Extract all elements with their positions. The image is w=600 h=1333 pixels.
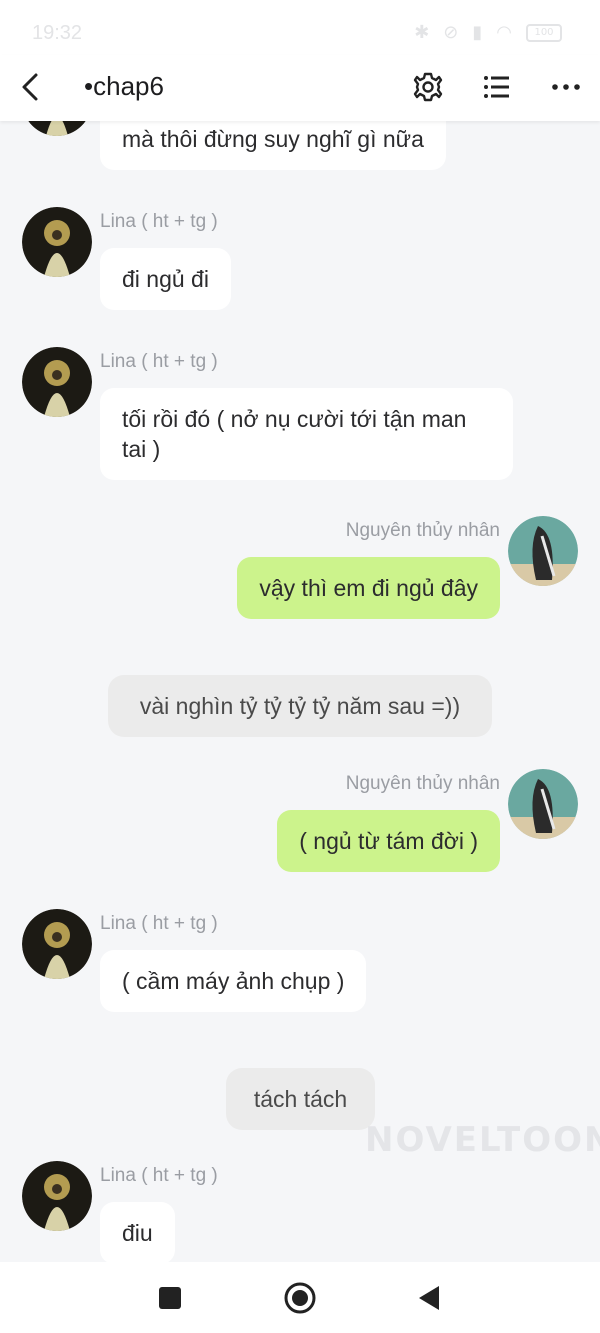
wifi-icon: ◠ bbox=[496, 22, 512, 43]
back-arrow-icon bbox=[22, 73, 38, 101]
chapter-list-button[interactable] bbox=[477, 67, 517, 107]
bluetooth-icon: ✱ bbox=[414, 22, 430, 43]
sender-name: Nguyên thủy nhân bbox=[345, 773, 500, 794]
message-bubble-outgoing: ( ngủ từ tám đời ) bbox=[277, 810, 500, 872]
back-button[interactable] bbox=[12, 67, 52, 107]
avatar-nguyen[interactable] bbox=[508, 516, 578, 586]
message-bubble-incoming: đi ngủ đi bbox=[100, 248, 231, 310]
message-text: tối rồi đó ( nở nụ cười tới tận man tai … bbox=[122, 406, 467, 462]
message-bubble-incoming: điu bbox=[100, 1202, 175, 1264]
message-text: ( ngủ từ tám đời ) bbox=[299, 828, 478, 854]
avatar-lina[interactable] bbox=[22, 909, 92, 979]
message-text: tách tách bbox=[253, 1086, 348, 1112]
avatar-lina[interactable] bbox=[22, 347, 92, 417]
gear-icon bbox=[413, 72, 443, 102]
message-bubble-incoming: ( cầm máy ảnh chụp ) bbox=[100, 950, 367, 1012]
settings-button[interactable] bbox=[408, 67, 448, 107]
message-bubble-incoming: tối rồi đó ( nở nụ cười tới tận man tai … bbox=[100, 388, 513, 480]
battery-icon: 100 bbox=[526, 23, 562, 42]
sender-name: Nguyên thủy nhân bbox=[345, 520, 500, 541]
message-bubble-outgoing: vậy thì em đi ngủ đây bbox=[237, 557, 500, 619]
status-time: 19:32 bbox=[32, 22, 83, 44]
list-icon bbox=[484, 76, 509, 98]
sender-name: Lina ( ht + tg ) bbox=[100, 351, 218, 372]
avatar-lina[interactable] bbox=[22, 207, 92, 277]
sender-name: Lina ( ht + tg ) bbox=[100, 211, 218, 232]
more-button[interactable] bbox=[546, 67, 586, 107]
message-text: ( cầm máy ảnh chụp ) bbox=[122, 968, 345, 994]
mute-icon: ⊘ bbox=[443, 22, 459, 43]
back-nav-button[interactable] bbox=[412, 1280, 448, 1316]
message-text: vài nghìn tỷ tỷ tỷ tỷ năm sau =)) bbox=[139, 693, 461, 719]
more-dots-icon bbox=[552, 84, 580, 90]
chat-header: •chap6 bbox=[0, 55, 600, 121]
system-nav-bar bbox=[0, 1262, 600, 1333]
message-text: mà thôi đừng suy nghĩ gì nữa bbox=[122, 126, 424, 152]
page-title: •chap6 bbox=[84, 71, 164, 101]
avatar-lina[interactable] bbox=[22, 1161, 92, 1231]
avatar-nguyen[interactable] bbox=[508, 769, 578, 839]
circle-icon bbox=[284, 1282, 316, 1314]
narration-bubble: tách tách bbox=[226, 1068, 375, 1130]
watermark-logo: NOVELTOON bbox=[365, 1120, 600, 1160]
sender-name: Lina ( ht + tg ) bbox=[100, 913, 218, 934]
message-text: đi ngủ đi bbox=[122, 266, 209, 292]
chat-area[interactable]: mà thôi đừng suy nghĩ gì nữa Lina ( ht +… bbox=[0, 0, 600, 1264]
status-icons: ✱ ⊘ ▮ ◠ 100 bbox=[414, 22, 562, 43]
recents-button[interactable] bbox=[152, 1280, 188, 1316]
narration-bubble: vài nghìn tỷ tỷ tỷ tỷ năm sau =)) bbox=[108, 675, 492, 737]
home-button[interactable] bbox=[282, 1280, 318, 1316]
signal-icon: ▮ bbox=[472, 22, 483, 43]
triangle-back-icon bbox=[419, 1286, 439, 1310]
sender-name: Lina ( ht + tg ) bbox=[100, 1165, 218, 1186]
message-text: điu bbox=[122, 1220, 153, 1246]
square-icon bbox=[159, 1287, 181, 1309]
message-text: vậy thì em đi ngủ đây bbox=[259, 575, 478, 601]
